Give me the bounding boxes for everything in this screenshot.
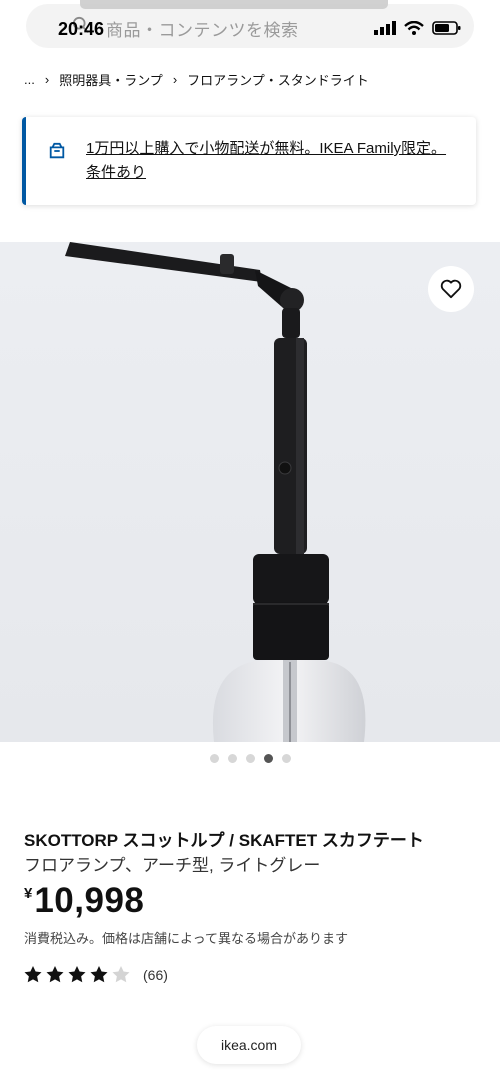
product-description: フロアランプ、アーチ型, ライトグレー <box>24 856 321 875</box>
breadcrumb-ellipsis[interactable]: ... <box>24 72 35 87</box>
carousel-dot-active[interactable] <box>263 754 273 763</box>
carousel-dot[interactable] <box>227 754 237 763</box>
breadcrumb-item-floor-lamps[interactable]: フロアランプ・スタンドライト <box>187 70 369 89</box>
search-input[interactable]: 商品・コンテンツを検索 <box>106 16 299 41</box>
price-value: 10,998 <box>34 881 145 920</box>
carousel-dot[interactable] <box>281 754 291 763</box>
lamp-illustration <box>65 242 366 742</box>
price-currency: ¥ <box>24 885 33 902</box>
star-icon <box>24 966 42 983</box>
heart-icon <box>440 279 462 299</box>
status-time: 20:46 <box>58 19 105 39</box>
battery-icon <box>432 21 461 35</box>
favorite-button[interactable] <box>428 266 474 312</box>
wifi-icon <box>404 21 424 35</box>
tax-note: 消費税込み。価格は店舗によって異なる場合があります <box>24 931 348 946</box>
rating-count[interactable]: (66) <box>143 967 168 983</box>
promo-banner[interactable]: 1万円以上購入で小物配送が無料。IKEA Family限定。条件あり <box>22 117 476 205</box>
carousel-dot[interactable] <box>209 754 219 763</box>
product-price: ¥ 10,998 <box>24 881 144 921</box>
browser-address-pill[interactable]: ikea.com <box>197 1026 301 1064</box>
top-bar: 商品・コンテンツを検索 20:46 <box>0 0 500 62</box>
star-empty-icon <box>112 966 130 983</box>
chevron-right-icon: › <box>44 72 50 87</box>
breadcrumb: ... › 照明器具・ランプ › フロアランプ・スタンドライト <box>24 70 369 89</box>
carousel-dot[interactable] <box>245 754 255 763</box>
star-icon <box>90 966 108 983</box>
status-icons <box>374 20 462 36</box>
product-name: SKOTTORP スコットルプ / SKAFTET スカフテート <box>24 831 424 850</box>
browser-domain[interactable]: ikea.com <box>221 1037 277 1053</box>
star-icon <box>46 966 64 983</box>
breadcrumb-item-lighting[interactable]: 照明器具・ランプ <box>59 70 163 89</box>
chevron-right-icon: › <box>172 72 178 87</box>
product-image[interactable] <box>0 242 500 742</box>
signal-icon <box>374 21 396 35</box>
promo-banner-text[interactable]: 1万円以上購入で小物配送が無料。IKEA Family限定。条件あり <box>86 137 456 185</box>
star-icon <box>68 966 86 983</box>
top-grabber <box>80 0 388 9</box>
truck-icon <box>49 142 65 159</box>
product-rating[interactable]: (66) <box>24 966 168 983</box>
carousel-dots <box>0 754 500 763</box>
